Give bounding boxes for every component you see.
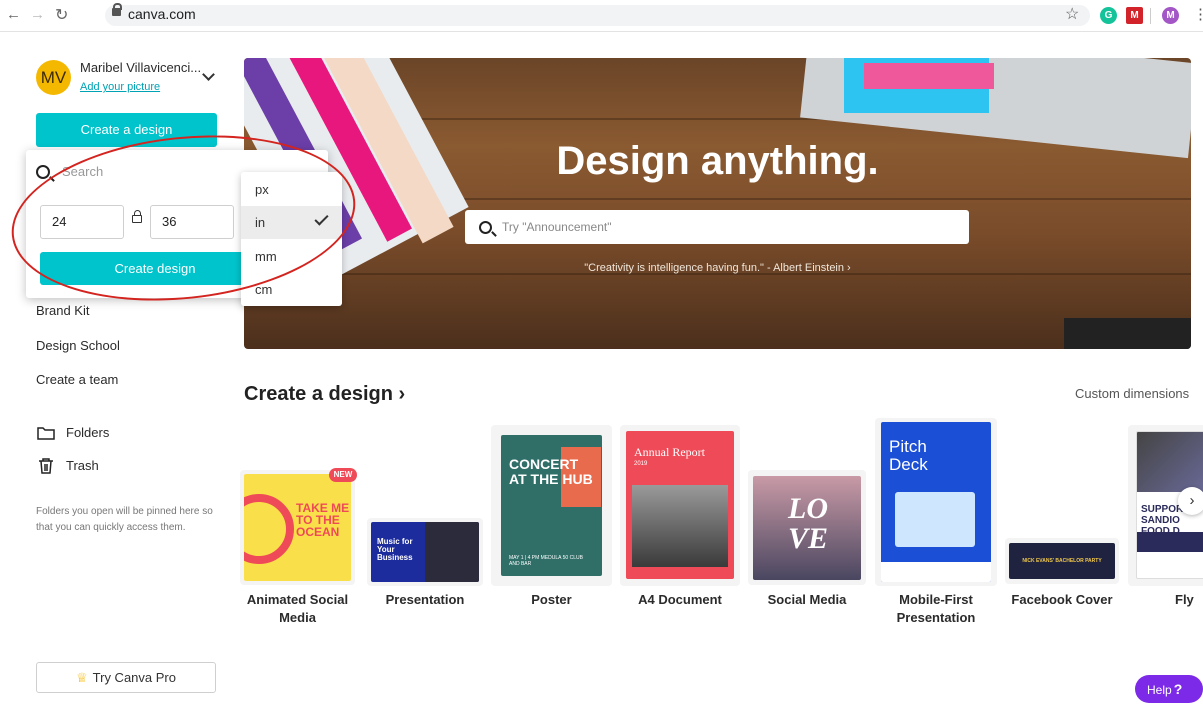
mcafee-icon[interactable]: M [1126, 7, 1143, 24]
sidebar-item-design-school[interactable]: Design School [36, 338, 120, 353]
design-card[interactable]: TAKE ME TO THE OCEAN [240, 470, 355, 585]
design-card[interactable]: Annual Report 2019 [620, 425, 740, 586]
kebab-menu-icon[interactable]: ⋮ [1193, 5, 1203, 23]
help-button[interactable]: Help? [1135, 675, 1203, 703]
user-name[interactable]: Maribel Villavicenci... [80, 60, 201, 75]
design-card[interactable]: LO VE [748, 470, 866, 585]
thumbnail-mobile-presentation: Pitch Deck [881, 422, 991, 582]
folder-icon [37, 427, 55, 440]
thumb-text: Music for Your Business [377, 537, 413, 562]
photo-block [1137, 432, 1203, 492]
thumbnail-animated-social: TAKE ME TO THE OCEAN [244, 474, 351, 581]
thumb-text: LO VE [787, 492, 829, 555]
design-card[interactable]: NICK EVANS' BACHELOR PARTY [1005, 538, 1119, 584]
card-label[interactable]: Animated Social Media [245, 591, 350, 627]
thumbnail-poster: CONCERT AT THE HUB MAY 1 | 4 PM MEDULA 5… [501, 435, 602, 576]
card-label[interactable]: Mobile-First Presentation [875, 591, 997, 627]
carousel-next-button[interactable]: › [1178, 487, 1203, 515]
add-picture-link[interactable]: Add your picture [80, 81, 160, 93]
address-bar[interactable] [105, 5, 1090, 26]
url-text[interactable]: canva.com [128, 6, 196, 22]
caption-strip [881, 562, 991, 582]
thumb-subtext: MAY 1 | 4 PM MEDULA 50 CLUB AND BAR [509, 555, 583, 567]
trash-icon [39, 458, 53, 474]
photo-block [425, 522, 479, 582]
help-mark: ? [1173, 681, 1183, 697]
thumb-text: CONCERT AT THE HUB [509, 456, 593, 487]
card-label[interactable]: Facebook Cover [1005, 591, 1119, 609]
chevron-right-icon: › [1189, 492, 1195, 509]
sidebar-item-create-team[interactable]: Create a team [36, 372, 118, 387]
search-icon [36, 165, 50, 179]
thumb-text: TAKE ME TO THE OCEAN [296, 501, 350, 539]
thumbnail-a4-document: Annual Report 2019 [626, 431, 734, 579]
section-title[interactable]: Create a design › [244, 383, 405, 406]
chevron-down-icon[interactable] [202, 68, 215, 81]
browser-toolbar: ← → ↻ canva.com ☆ G M M ⋮ [0, 0, 1203, 32]
card-label[interactable]: A4 Document [620, 591, 740, 609]
hero-banner [244, 58, 1191, 349]
search-icon [479, 221, 492, 234]
band [1137, 532, 1203, 552]
thumb-text: NICK EVANS' BACHELOR PARTY [1022, 558, 1102, 564]
design-card[interactable]: Music for Your Business [367, 518, 483, 586]
desk-object [1064, 318, 1191, 349]
photo-block [632, 485, 728, 567]
profile-icon[interactable]: M [1162, 7, 1179, 24]
card-label[interactable]: Poster [491, 591, 612, 609]
card-label[interactable]: Fly [1175, 591, 1203, 609]
thumb-subtext: 2019 [634, 461, 648, 467]
sidebar-item-brand-kit[interactable]: Brand Kit [36, 303, 89, 318]
hero-search-placeholder[interactable]: Try "Announcement" [502, 220, 611, 234]
custom-dimensions-link[interactable]: Custom dimensions [1075, 386, 1189, 401]
hero-title: Design anything. [556, 139, 879, 183]
back-arrow-icon[interactable]: ← [6, 6, 21, 23]
sticky-notes [864, 63, 994, 89]
illustration [895, 492, 975, 547]
reload-icon[interactable]: ↻ [55, 5, 68, 25]
thumb-text: Pitch Deck [889, 437, 928, 474]
thumbnail-presentation: Music for Your Business [371, 522, 479, 582]
try-canva-pro-button[interactable]: ♕ Try Canva Pro [36, 662, 216, 693]
thumbnail-facebook-cover: NICK EVANS' BACHELOR PARTY [1009, 543, 1115, 579]
grammarly-icon[interactable]: G [1100, 7, 1117, 24]
bookmark-star-icon[interactable]: ☆ [1065, 4, 1079, 24]
sidebar-item-folders[interactable]: Folders [66, 425, 109, 440]
crown-icon: ♕ [76, 670, 88, 685]
ring-shape [244, 494, 294, 564]
lock-icon [112, 3, 122, 16]
try-pro-label: Try Canva Pro [92, 670, 176, 685]
card-label[interactable]: Presentation [372, 591, 478, 609]
design-card[interactable]: Pitch Deck [875, 418, 997, 586]
thumb-text: Annual Report [634, 445, 705, 459]
new-badge: NEW [329, 468, 357, 482]
card-label[interactable]: Social Media [748, 591, 866, 609]
sidebar-note: Folders you open will be pinned here so … [36, 506, 213, 533]
avatar[interactable]: MV [36, 60, 71, 95]
forward-arrow-icon[interactable]: → [30, 6, 45, 23]
sidebar-item-trash[interactable]: Trash [66, 458, 99, 473]
thumbnail-social-media: LO VE [753, 476, 861, 580]
design-card[interactable]: CONCERT AT THE HUB MAY 1 | 4 PM MEDULA 5… [491, 425, 612, 586]
help-label: Help [1147, 683, 1172, 697]
toolbar-divider [1150, 8, 1151, 24]
hero-quote[interactable]: "Creativity is intelligence having fun."… [244, 262, 1191, 274]
